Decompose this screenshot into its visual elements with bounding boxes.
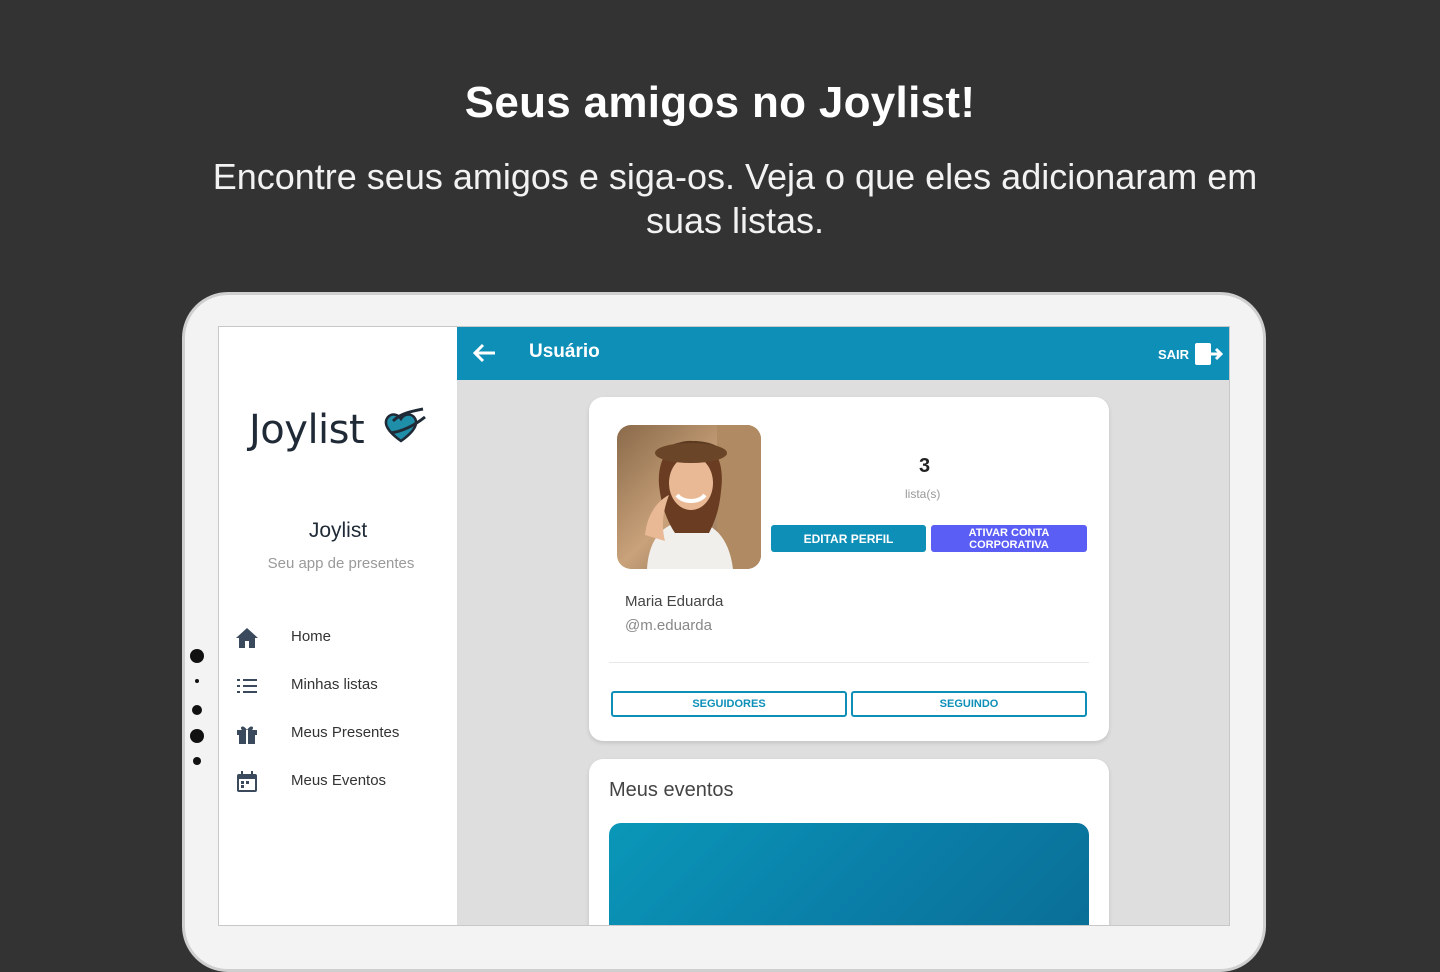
page-title: Usuário <box>529 341 600 362</box>
sidebar-item-label: Meus Eventos <box>291 772 387 789</box>
dot <box>190 729 204 743</box>
avatar <box>617 425 761 569</box>
headline: Seus amigos no Joylist! <box>464 78 976 127</box>
heart-logo-icon <box>384 407 426 443</box>
dot <box>192 705 202 715</box>
brand-tagline: Seu app de presentes <box>267 555 415 572</box>
list-icon <box>237 679 257 693</box>
subheadline: Encontre seus amigos e siga-os. Veja o q… <box>212 156 1258 241</box>
events-card: Meus eventos <box>589 759 1109 925</box>
events-title: Meus eventos <box>609 779 734 801</box>
profile-card: 3 lista(s) EDITAR PERFIL ATIVAR CONTA CO… <box>589 397 1109 741</box>
sidebar-item-meus-eventos[interactable]: Meus Eventos <box>233 767 453 797</box>
sidebar-item-home[interactable]: Home <box>233 623 453 653</box>
calendar-icon <box>237 771 257 792</box>
user-handle: @m.eduarda <box>625 617 712 634</box>
user-name: Maria Eduarda <box>625 593 724 610</box>
following-button[interactable]: SEGUINDO <box>851 691 1087 717</box>
sidebar-item-label: Minhas listas <box>291 676 378 693</box>
dot <box>195 679 199 683</box>
sidebar: Joylist Joylist Seu app de presentes Hom… <box>219 327 457 925</box>
app-bar: Usuário SAIR <box>457 327 1229 380</box>
arrow-left-icon[interactable] <box>471 340 499 366</box>
sidebar-item-label: Home <box>291 628 332 645</box>
dot <box>193 757 201 765</box>
app-screen: Joylist Joylist Seu app de presentes Hom… <box>218 326 1230 926</box>
sidebar-item-meus-presentes[interactable]: Meus Presentes <box>233 719 453 749</box>
brand-name: Joylist <box>308 519 368 542</box>
divider <box>609 662 1089 663</box>
logo: Joylist <box>249 407 365 453</box>
event-banner[interactable] <box>609 823 1089 925</box>
gift-icon <box>237 726 257 744</box>
edit-profile-button[interactable]: EDITAR PERFIL <box>771 525 926 552</box>
home-icon <box>236 628 258 648</box>
activate-corporate-button[interactable]: ATIVAR CONTA CORPORATIVA <box>931 525 1087 552</box>
list-count: 3 <box>919 455 931 477</box>
logout-icon <box>1195 343 1223 365</box>
followers-button[interactable]: SEGUIDORES <box>611 691 847 717</box>
dot <box>190 649 204 663</box>
sidebar-item-label: Meus Presentes <box>291 724 400 741</box>
list-count-label: lista(s) <box>905 487 941 501</box>
logout-button[interactable]: SAIR <box>1158 341 1223 367</box>
logout-label: SAIR <box>1157 346 1189 362</box>
sidebar-item-minhas-listas[interactable]: Minhas listas <box>233 671 453 701</box>
profile-photo <box>617 425 761 569</box>
